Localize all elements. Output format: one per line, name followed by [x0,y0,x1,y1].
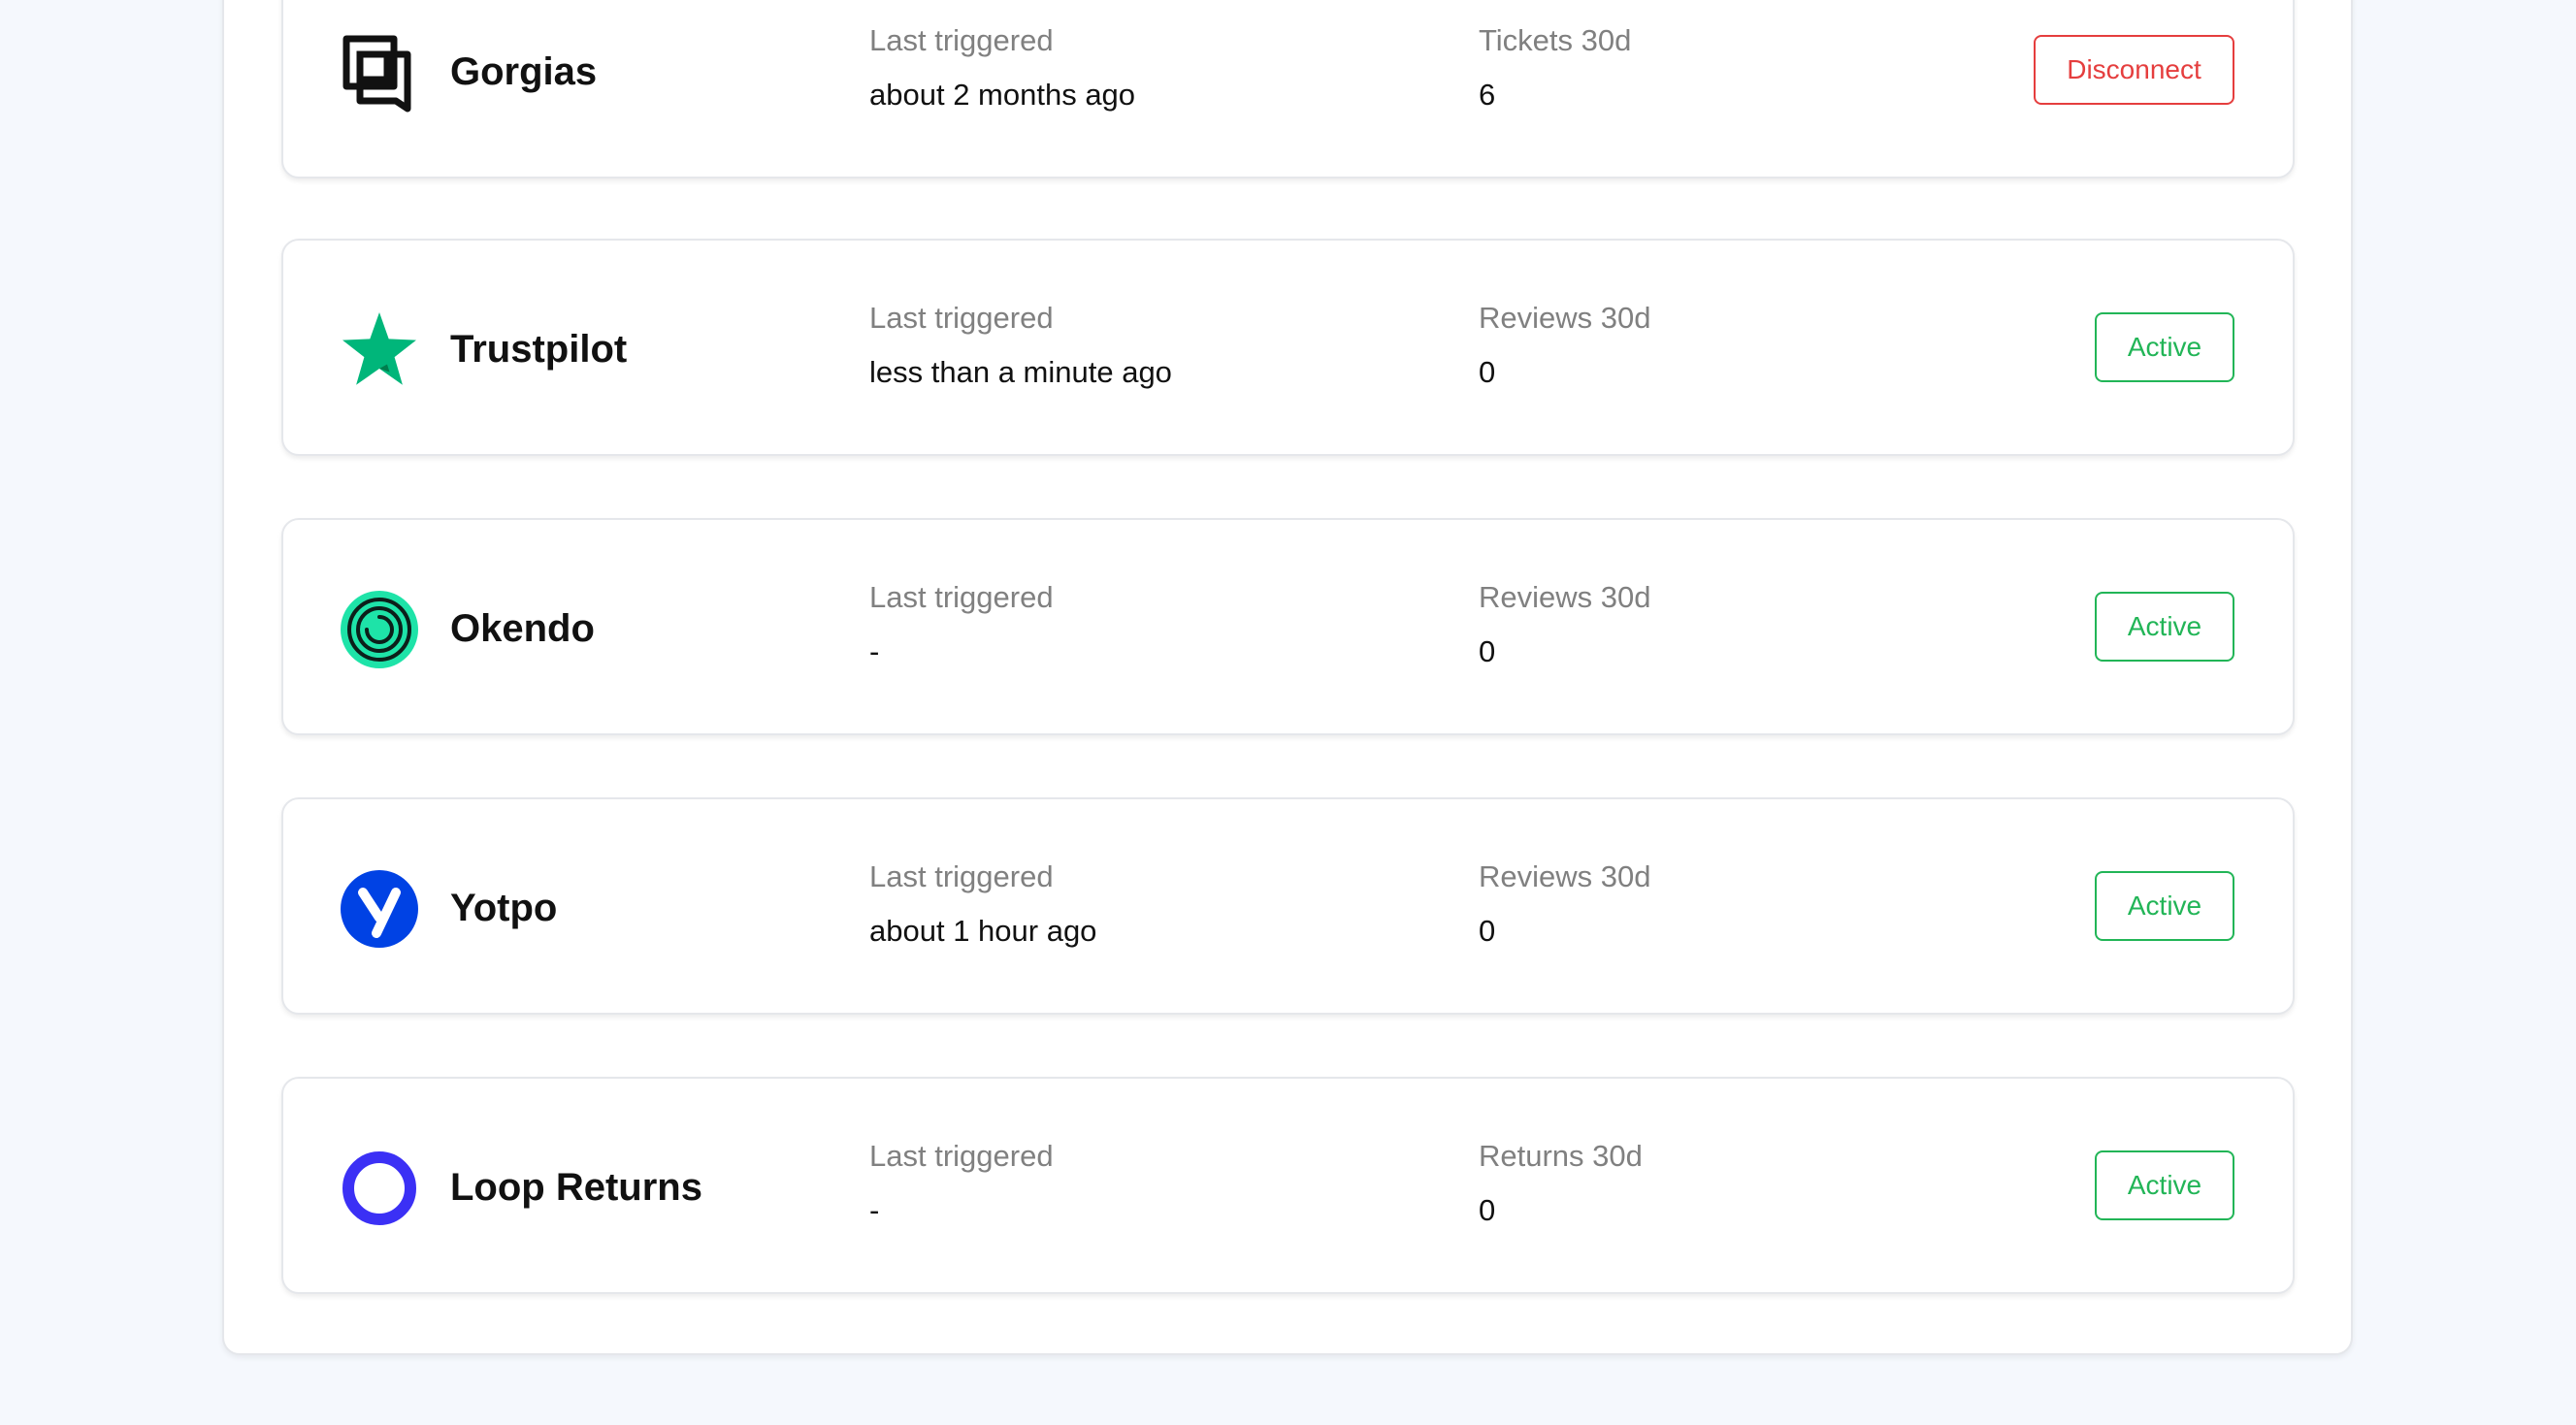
integration-card-okendo: Okendo Last triggered - Reviews 30d 0 Ac… [281,518,2295,735]
integration-card-yotpo: Yotpo Last triggered about 1 hour ago Re… [281,797,2295,1015]
stat-label: Last triggered [869,859,1054,893]
disconnect-button[interactable]: Disconnect [2034,35,2234,105]
stat-label: Reviews 30d [1479,580,1651,614]
integration-card-gorgias: Gorgias Last triggered about 2 months ag… [281,0,2295,178]
stat-value: 6 [1479,78,1496,112]
last-triggered-stat: Last triggered less than a minute ago [869,299,1172,392]
stat-value: - [869,634,880,668]
stat-label: Last triggered [869,301,1054,335]
integration-name: Yotpo [450,887,558,929]
stat-label: Last triggered [869,580,1054,614]
integration-name: Trustpilot [450,328,628,371]
last-triggered-stat: Last triggered about 1 hour ago [869,858,1096,951]
integration-name: Loop Returns [450,1166,702,1209]
stat-value: 0 [1479,355,1496,389]
yotpo-logo-icon [340,869,419,949]
active-status-button[interactable]: Active [2095,1150,2234,1220]
stat-label: Last triggered [869,1139,1054,1173]
last-triggered-stat: Last triggered - [869,1137,1054,1230]
count-30d-stat: Reviews 30d 0 [1479,299,1650,392]
last-triggered-stat: Last triggered about 2 months ago [869,21,1135,114]
stat-label: Reviews 30d [1479,859,1651,893]
gorgias-logo-icon [340,33,419,113]
active-status-button[interactable]: Active [2095,312,2234,382]
stat-label: Reviews 30d [1479,301,1651,335]
stat-label: Tickets 30d [1479,23,1632,57]
integration-card-trustpilot: Trustpilot Last triggered less than a mi… [281,239,2295,456]
trustpilot-star-icon [340,310,419,390]
count-30d-stat: Reviews 30d 0 [1479,858,1650,951]
okendo-logo-icon [340,590,419,669]
stat-value: 0 [1479,914,1496,948]
stat-value: 0 [1479,634,1496,668]
integration-name: Okendo [450,607,595,650]
stat-value: about 1 hour ago [869,914,1097,948]
stat-value: less than a minute ago [869,355,1172,389]
stat-value: - [869,1193,880,1227]
last-triggered-stat: Last triggered - [869,578,1054,671]
count-30d-stat: Reviews 30d 0 [1479,578,1650,671]
loop-returns-ring-icon [340,1149,419,1228]
stat-label: Returns 30d [1479,1139,1643,1173]
integration-card-loop-returns: Loop Returns Last triggered - Returns 30… [281,1077,2295,1294]
stat-value: 0 [1479,1193,1496,1227]
integration-name: Gorgias [450,50,598,93]
stat-label: Last triggered [869,23,1054,57]
count-30d-stat: Returns 30d 0 [1479,1137,1643,1230]
stat-value: about 2 months ago [869,78,1136,112]
active-status-button[interactable]: Active [2095,592,2234,662]
active-status-button[interactable]: Active [2095,871,2234,941]
count-30d-stat: Tickets 30d 6 [1479,21,1631,114]
